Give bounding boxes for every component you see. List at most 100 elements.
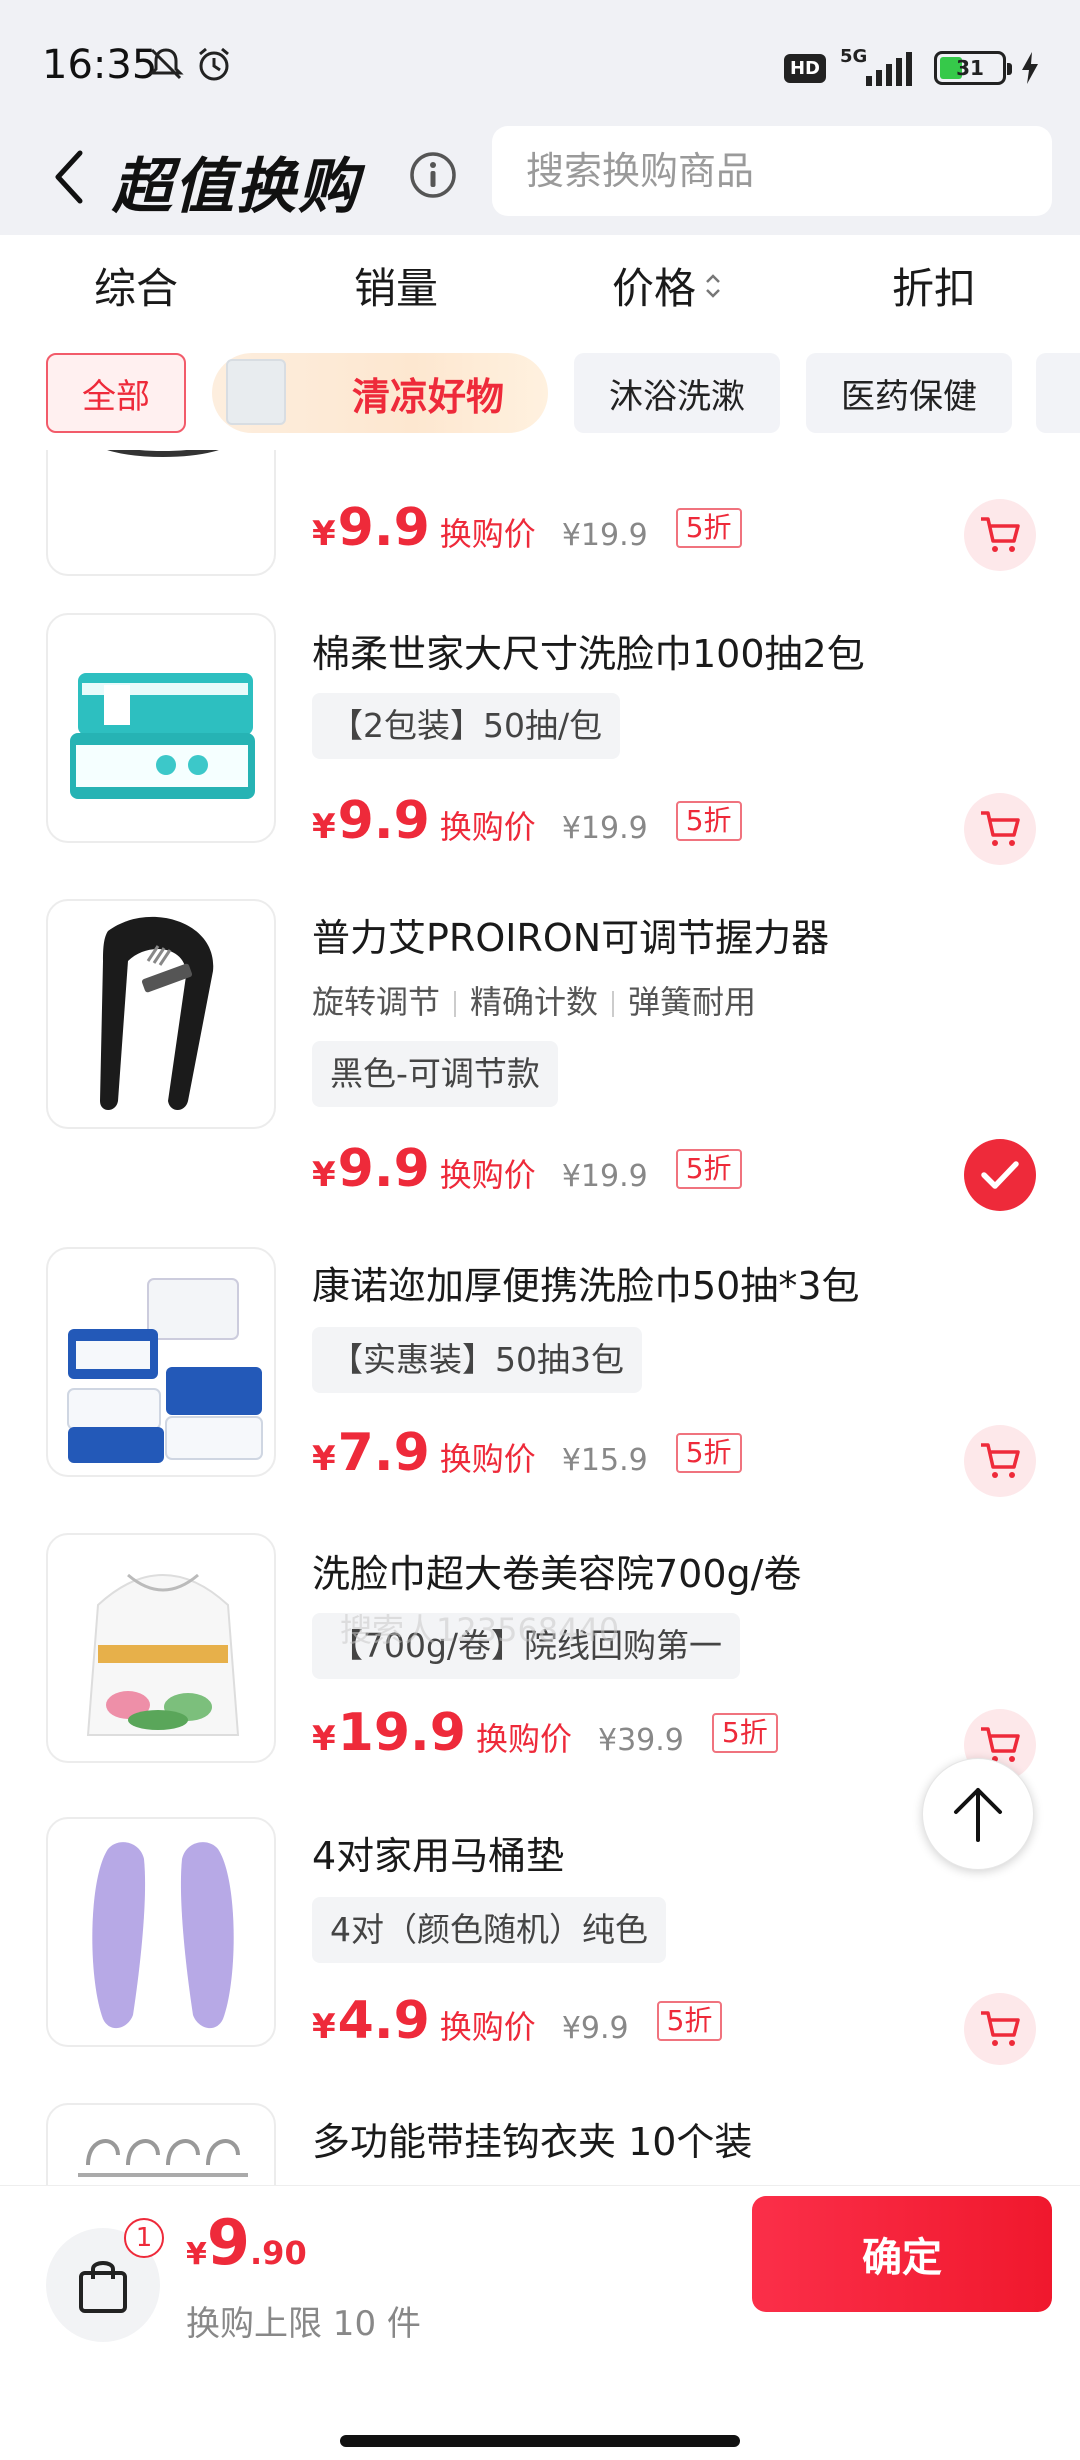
exchange-price: ¥4.9	[312, 1991, 430, 2051]
price-row: ¥7.9 换购价 ¥15.9 5折	[312, 1423, 742, 1483]
product-spec-tag: 黑色-可调节款	[312, 1041, 558, 1107]
sort-tab-discount[interactable]: 折扣	[892, 255, 976, 316]
alarm-icon	[199, 47, 229, 81]
exchange-price: ¥19.9	[312, 1703, 466, 1763]
add-to-cart-button[interactable]	[964, 1993, 1036, 2065]
charging-icon	[1022, 52, 1038, 84]
price-row: ¥9.9 换购价 ¥19.9 5折	[312, 498, 742, 558]
original-price: ¥19.9	[561, 1159, 648, 1194]
watermark-text: 搜索人123568440	[340, 1611, 620, 1649]
sort-tab-price[interactable]: 价格	[612, 255, 722, 316]
product-name: 洗脸巾超大卷美容院700g/卷	[312, 1552, 802, 1596]
price-row: ¥19.9 换购价 ¥39.9 5折	[312, 1703, 778, 1763]
chip-more[interactable]	[1036, 353, 1080, 433]
add-to-cart-button[interactable]	[964, 499, 1036, 571]
discount-badge: 5折	[656, 2001, 723, 2041]
total-price: ¥9.90	[186, 2206, 307, 2279]
discount-badge: 5折	[675, 1433, 742, 1473]
info-icon[interactable]	[408, 150, 458, 200]
back-arrow-icon	[55, 150, 83, 204]
chip-medicine[interactable]: 医药保健	[806, 353, 1012, 433]
back-button[interactable]	[44, 142, 94, 212]
discount-badge: 5折	[675, 1149, 742, 1189]
discount-badge: 5折	[675, 801, 742, 841]
original-price: ¥15.9	[561, 1443, 648, 1478]
price-row: ¥9.9 换购价 ¥19.9 5折	[312, 791, 742, 851]
original-price: ¥9.9	[561, 2011, 629, 2046]
exchange-price: ¥9.9	[312, 1139, 430, 1199]
chip-all[interactable]: 全部	[46, 353, 186, 433]
cart-icon	[981, 1443, 1020, 1478]
chip-bath[interactable]: 沐浴洗漱	[574, 353, 780, 433]
status-indicators: HD 5G 31	[783, 46, 1040, 88]
product-spec-tag: 【实惠装】50抽3包	[312, 1327, 642, 1393]
sort-tab-comprehensive[interactable]: 综合	[94, 255, 178, 316]
price-row: ¥9.9 换购价 ¥19.9 5折	[312, 1139, 742, 1199]
home-indicator[interactable]	[340, 2435, 740, 2447]
price-label: 换购价	[439, 1440, 536, 1478]
exchange-price: ¥9.9	[312, 791, 430, 851]
product-image	[46, 1533, 276, 1763]
checkmark-icon	[981, 1161, 1019, 1189]
price-label: 换购价	[475, 1720, 572, 1758]
product-image	[46, 613, 276, 843]
back-to-top-button[interactable]	[922, 1758, 1034, 1870]
product-name: 多功能带挂钩衣夹 10个装	[312, 2120, 753, 2164]
cart-icon	[981, 811, 1020, 846]
price-label: 换购价	[439, 515, 536, 553]
page-header: 超值换购	[0, 120, 1080, 235]
sort-bar: 综合 销量 价格 折扣	[0, 235, 1080, 345]
product-name: 4对家用马桶垫	[312, 1834, 565, 1878]
confirm-button[interactable]: 确定	[752, 2196, 1052, 2312]
exchange-limit-text: 换购上限 10 件	[186, 2304, 421, 2344]
product-spec-tag: 【2包装】50抽/包	[312, 693, 621, 759]
product-name: 康诺迩加厚便携洗脸巾50抽*3包	[312, 1264, 860, 1308]
add-to-cart-button[interactable]	[964, 1425, 1036, 1497]
exchange-price: ¥7.9	[312, 1423, 430, 1483]
product-list: ¥9.9 换购价 ¥19.9 5折 棉柔世家大尺寸洗脸巾100抽2包 【2包装】…	[0, 450, 1080, 2185]
discount-badge: 5折	[711, 1713, 778, 1753]
category-chips: 全部 清凉好物 沐浴洗漱 医药保健	[0, 345, 1080, 450]
mute-bell-icon	[148, 48, 184, 80]
cart-icon	[981, 517, 1020, 552]
discount-badge: 5折	[675, 508, 742, 548]
original-price: ¥39.9	[598, 1723, 684, 1758]
price-label: 换购价	[439, 808, 536, 846]
chip-promo[interactable]: 清凉好物	[212, 353, 548, 433]
product-name: 普力艾PROIRON可调节握力器	[312, 916, 830, 960]
price-label: 换购价	[439, 1156, 536, 1194]
battery-level: 31	[956, 56, 984, 80]
product-image	[46, 2103, 276, 2185]
cart-icon	[981, 2011, 1020, 2046]
price-row: ¥4.9 换购价 ¥9.9 5折	[312, 1991, 723, 2051]
sort-arrows-icon	[706, 273, 720, 298]
exchange-price: ¥9.9	[312, 498, 430, 558]
signal-icon: 5G	[840, 46, 920, 88]
hd-badge: HD	[783, 53, 826, 83]
selected-check-button[interactable]	[964, 1139, 1036, 1211]
bag-count-badge: 1	[124, 2218, 164, 2258]
shopping-bag-icon	[79, 2261, 127, 2313]
sort-tab-sales[interactable]: 销量	[354, 255, 438, 316]
original-price: ¥19.9	[561, 518, 648, 553]
product-spec-tag: 4对（颜色随机）纯色	[312, 1897, 666, 1963]
product-name: 棉柔世家大尺寸洗脸巾100抽2包	[312, 632, 865, 676]
product-features: 旋转调节 精确计数 弹簧耐用	[312, 983, 757, 1021]
arrow-up-icon	[954, 1788, 1002, 1842]
page-title: 超值换购	[112, 152, 360, 222]
network-type: 5G	[840, 46, 868, 67]
battery-icon: 31	[934, 51, 1012, 85]
add-to-cart-button[interactable]	[964, 793, 1036, 865]
product-image	[46, 450, 276, 576]
chip-promo-label: 清凉好物	[351, 374, 504, 419]
product-image	[46, 1817, 276, 2047]
product-image	[46, 899, 276, 1129]
search-input[interactable]	[492, 126, 1052, 216]
exchange-page: 16:35 HD 5G 31 超值换购 搜索换购商品 综合 销量 价格 折扣 全…	[0, 0, 1080, 2460]
status-time: 16:35	[42, 42, 158, 88]
original-price: ¥19.9	[561, 811, 648, 846]
status-bar: 16:35 HD 5G 31	[0, 0, 1080, 130]
checkout-bar: 1 ¥9.90 换购上限 10 件 确定	[0, 2185, 1080, 2460]
product-image	[46, 1247, 276, 1477]
price-label: 换购价	[439, 2008, 536, 2046]
